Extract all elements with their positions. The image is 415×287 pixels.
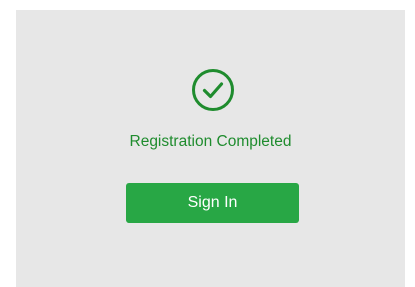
check-circle-icon [192, 69, 234, 111]
sign-in-button[interactable]: Sign In [126, 183, 299, 223]
registration-status-message: Registration Completed [129, 133, 292, 150]
registration-panel: Registration Completed Sign In [16, 10, 405, 287]
